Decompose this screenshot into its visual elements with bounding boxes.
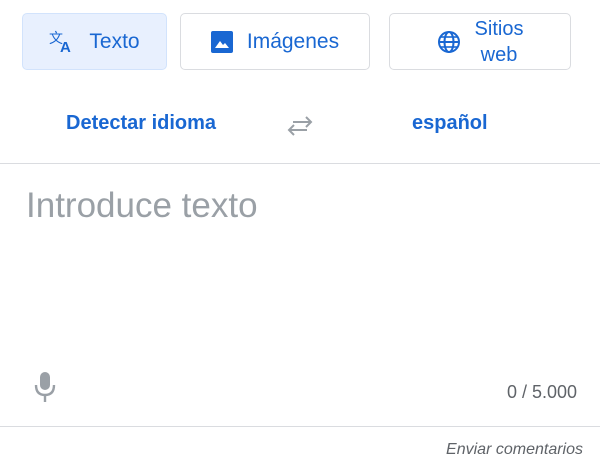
svg-text:A: A <box>60 39 71 54</box>
tab-sites-label-line1: Sitios <box>475 18 524 40</box>
tab-sites-label-line2: web <box>481 44 518 66</box>
character-count: 0 / 5.000 <box>507 382 577 403</box>
tab-sites[interactable]: Sitios web <box>389 13 571 70</box>
divider <box>0 426 600 427</box>
source-text-input[interactable] <box>26 186 576 366</box>
swap-languages-icon[interactable] <box>285 111 315 141</box>
language-selector-row: Detectar idioma español <box>0 95 600 157</box>
tab-text-label: Texto <box>89 30 139 54</box>
tab-images[interactable]: Imágenes <box>180 13 370 70</box>
source-language-button[interactable]: Detectar idioma <box>66 112 216 135</box>
translate-icon: 文 A <box>49 30 75 54</box>
translation-mode-tabs: 文 A Texto Imágenes Sitios web <box>0 0 600 90</box>
tab-images-label: Imágenes <box>247 30 339 54</box>
source-input-area: 0 / 5.000 <box>0 164 600 426</box>
image-icon <box>211 31 233 53</box>
globe-icon <box>437 30 461 54</box>
send-feedback-link[interactable]: Enviar comentarios <box>446 441 583 459</box>
target-language-button[interactable]: español <box>412 112 488 135</box>
microphone-icon[interactable] <box>32 369 58 405</box>
tab-text[interactable]: 文 A Texto <box>22 13 167 70</box>
tab-sites-label: Sitios web <box>475 16 524 68</box>
